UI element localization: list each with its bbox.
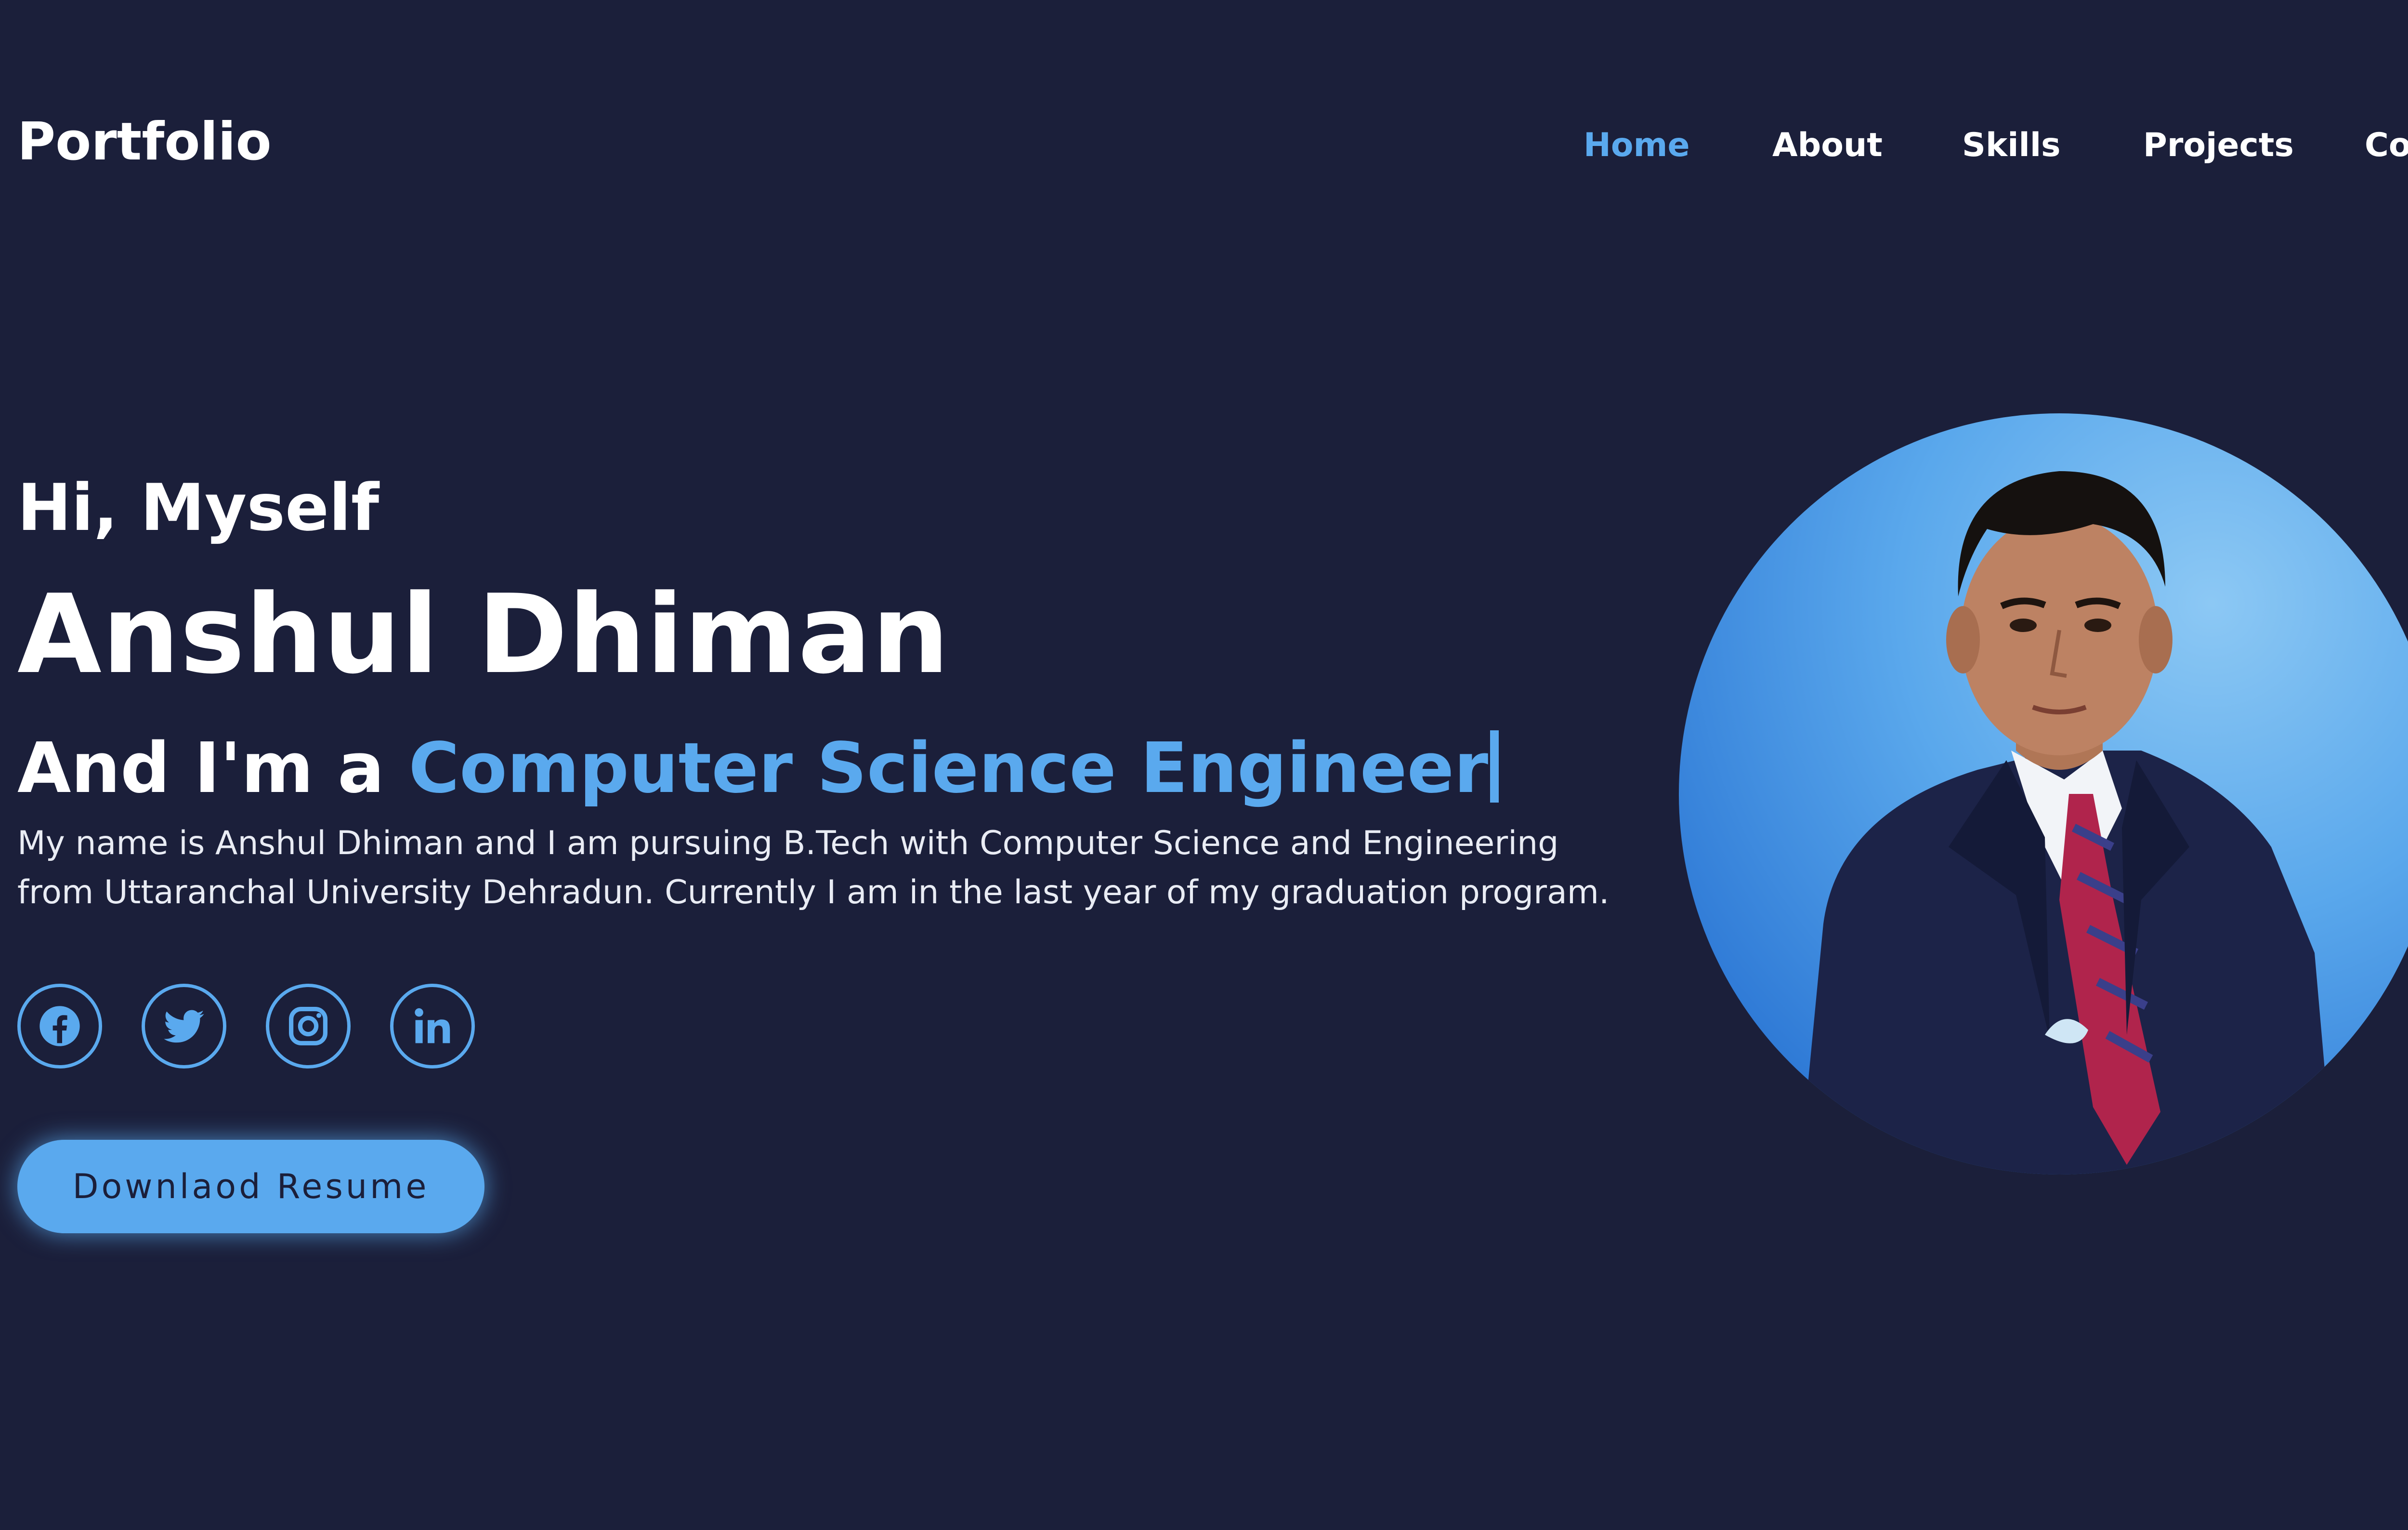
facebook-icon [39,1006,80,1046]
instagram-icon [289,1007,327,1045]
hero-greeting: Hi, Myself [17,470,380,545]
hero-name: Anshul Dhiman [17,571,950,698]
nav-about[interactable]: About [1772,126,1883,164]
social-links [17,984,475,1068]
download-resume-button[interactable]: Downlaod Resume [17,1140,484,1233]
twitter-icon [164,1010,204,1043]
hero-bio: My name is Anshul Dhiman and I am pursui… [17,824,1610,911]
nav-projects[interactable]: Projects [2143,126,2294,164]
hero-role-line: And I'm a Computer Science Engineer [17,727,1499,808]
site-logo[interactable]: Portfolio [17,112,272,172]
instagram-link[interactable] [266,984,351,1068]
role-prefix: And I'm a [17,727,385,808]
nav-skills[interactable]: Skills [1962,126,2061,164]
profile-portrait-image [1799,471,2334,1174]
twitter-link[interactable] [142,984,226,1068]
linkedin-icon [415,1008,450,1043]
typing-cursor [1490,730,1499,803]
nav-contact[interactable]: Cont [2365,126,2408,164]
facebook-link[interactable] [17,984,102,1068]
profile-photo [1679,413,2408,1174]
role-typed-text: Computer Science Engineer [408,727,1489,808]
linkedin-link[interactable] [390,984,475,1068]
nav-home[interactable]: Home [1584,126,1690,164]
portfolio-page: Portfolio Home About Skills Projects Con… [0,0,2408,1530]
